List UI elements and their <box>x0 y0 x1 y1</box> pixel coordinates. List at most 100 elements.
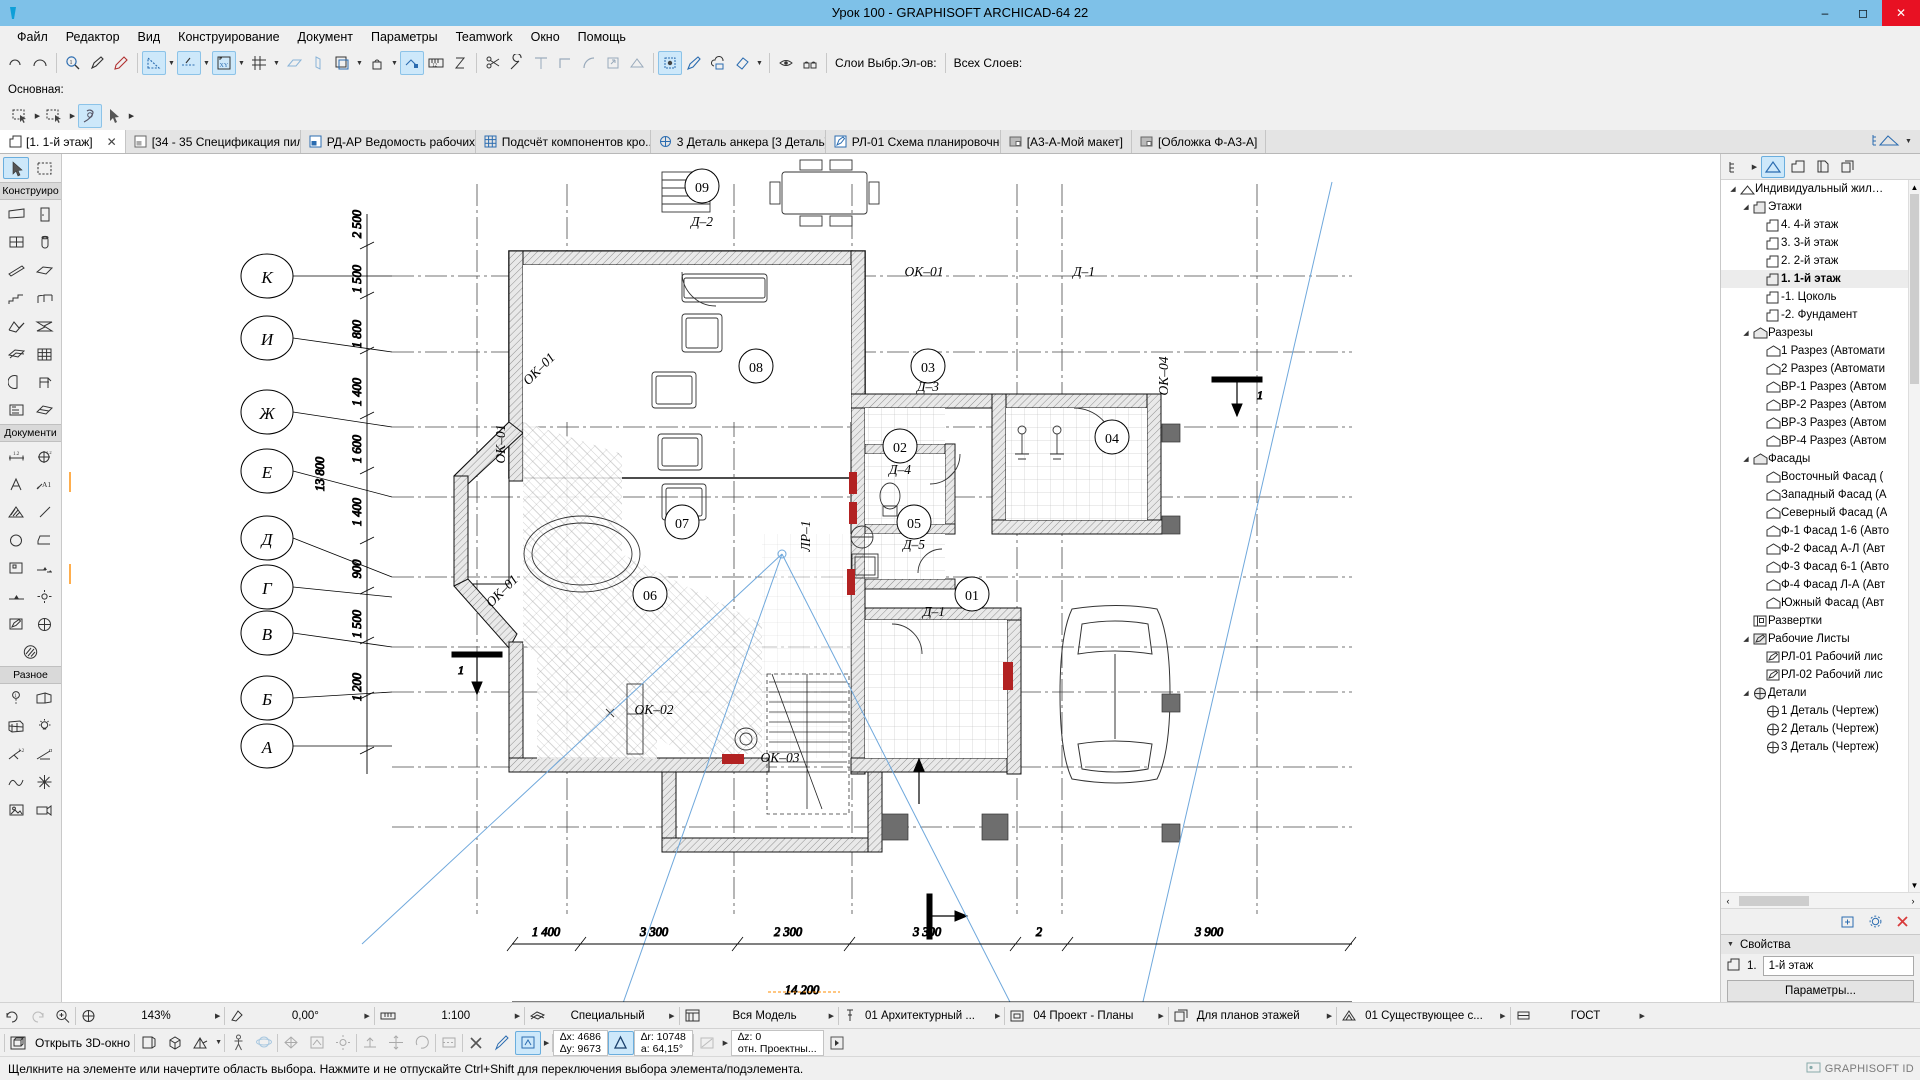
grid-3d-icon[interactable] <box>278 1031 304 1055</box>
menu-item-window[interactable]: Окно <box>522 28 569 46</box>
layer-combo-dropdown-arrow-icon[interactable]: ▶ <box>991 1005 1004 1027</box>
home-view-icon[interactable] <box>304 1031 330 1055</box>
railing-icon[interactable] <box>32 287 58 309</box>
structure-display[interactable]: 04 Проект - Планы <box>1029 1005 1154 1027</box>
marquee-dropdown-arrow-icon[interactable]: ▶ <box>32 104 43 128</box>
snap-guide-tool-icon[interactable] <box>142 51 166 75</box>
roof-icon[interactable] <box>3 315 29 337</box>
guideline-tool-icon[interactable] <box>177 51 201 75</box>
tab-layout-a3[interactable]: [А3-А-Мой макет] <box>1000 130 1132 153</box>
magic-wand-icon[interactable] <box>505 51 529 75</box>
scale-display[interactable]: 1:100 <box>401 1005 511 1027</box>
navigator-vertical-scrollbar[interactable]: ▲ ▼ <box>1908 180 1920 892</box>
structure-dropdown-arrow-icon[interactable]: ▶ <box>1154 1005 1167 1027</box>
tab-layout-cover[interactable]: [Обложка Ф-А3-А] <box>1131 130 1267 153</box>
tree-expand-arrow-icon[interactable]: ◢ <box>1727 185 1739 193</box>
navigator-back-icon[interactable] <box>1724 156 1748 178</box>
figure-icon[interactable] <box>3 557 29 579</box>
navigator-tree-item[interactable]: 1 Разрез (Автомати <box>1721 342 1920 360</box>
roof-tool-small-icon[interactable] <box>625 51 649 75</box>
tree-expand-arrow-icon[interactable]: ◢ <box>1740 203 1752 211</box>
coordinates-polar-box[interactable]: ∆r: 10748 a: 64,15° <box>633 1029 693 1056</box>
dimension-standard-display[interactable]: ГОСТ <box>1536 1005 1636 1027</box>
navigator-tree-item[interactable]: 3. 3-й этаж <box>1721 234 1920 252</box>
dimension-standard-icon[interactable] <box>1511 1005 1536 1027</box>
cloud-info-icon[interactable] <box>706 51 730 75</box>
column-icon[interactable] <box>32 231 58 253</box>
level-dimension-icon[interactable] <box>32 557 58 579</box>
guideline-dropdown-arrow-icon[interactable]: ▼ <box>201 51 212 75</box>
grid-element-icon[interactable] <box>3 715 29 737</box>
navigator-tree-item[interactable]: Восточный Фасад ( <box>1721 468 1920 486</box>
scroll-right-arrow-icon[interactable]: › <box>1906 896 1920 906</box>
orientation-display[interactable]: 0,00° <box>250 1005 360 1027</box>
navigator-tree-item[interactable]: РЛ-02 Рабочий лис <box>1721 666 1920 684</box>
navigator-dropdown-arrow-icon[interactable]: ▶ <box>1749 155 1760 179</box>
menu-item-edit[interactable]: Редактор <box>57 28 129 46</box>
elevate-icon[interactable] <box>357 1031 383 1055</box>
navigator-tree-item[interactable]: ВР-1 Разрез (Автом <box>1721 378 1920 396</box>
detail-icon[interactable] <box>32 613 58 635</box>
pen-set-icon[interactable] <box>525 1005 550 1027</box>
curtain-wall-icon[interactable] <box>32 343 58 365</box>
view-mode-dropdown-arrow-icon[interactable]: ▼ <box>213 1031 224 1055</box>
scale-dropdown-arrow-icon[interactable]: ▶ <box>511 1005 524 1027</box>
partial-structure-display[interactable]: Для планов этажей <box>1193 1005 1323 1027</box>
angle-dropdown-arrow-icon[interactable]: ▶ <box>720 1031 731 1055</box>
pointer-dropdown-arrow-icon[interactable]: ▶ <box>126 104 137 128</box>
tabstrip-dropdown-arrow-icon[interactable]: ▼ <box>1903 130 1914 154</box>
floor-plan-canvas[interactable]: К И Ж Е Д Г В Б А 2 500 1 500 1 800 1 40… <box>62 154 1720 1002</box>
navigator-tree-item[interactable]: 2 Деталь (Чертеж) <box>1721 720 1920 738</box>
layer-combo-icon[interactable] <box>839 1005 861 1027</box>
shell-icon[interactable] <box>32 315 58 337</box>
angle-lock-icon[interactable] <box>694 1031 720 1055</box>
angle-icon[interactable]: α <box>32 743 58 765</box>
dimension-icon[interactable]: 1.2 <box>3 445 29 467</box>
coordinate-dropdown-arrow-icon[interactable]: ▼ <box>236 51 247 75</box>
navigator-tree-item[interactable]: РЛ-01 Рабочий лис <box>1721 648 1920 666</box>
radial-dimension-icon[interactable]: 1.2 <box>32 445 58 467</box>
menu-item-document[interactable]: Документ <box>289 28 362 46</box>
orientation-dropdown-arrow-icon[interactable]: ▶ <box>360 1005 373 1027</box>
lock-dropdown-arrow-icon[interactable]: ▼ <box>389 51 400 75</box>
rotate-3d-icon[interactable] <box>409 1031 435 1055</box>
renovation-dropdown-arrow-icon[interactable]: ▶ <box>1496 1005 1509 1027</box>
scrollbar-thumb[interactable] <box>1910 194 1919 384</box>
arc-icon[interactable] <box>28 51 52 75</box>
grid-snap-dropdown-arrow-icon[interactable]: ▼ <box>271 51 282 75</box>
surface-paint-icon[interactable] <box>730 51 754 75</box>
paint-icon[interactable] <box>18 641 44 663</box>
tab-detail-anchor[interactable]: 3 Деталь анкера [3 Деталь] <box>650 130 826 153</box>
tree-expand-arrow-icon[interactable]: ◢ <box>1740 329 1752 337</box>
navigator-tree-item[interactable]: ◢ Рабочие Листы <box>1721 630 1920 648</box>
tab-storey-1[interactable]: [1. 1-й этаж] ✕ <box>0 130 126 153</box>
maximize-button[interactable]: ◻ <box>1844 0 1882 26</box>
minimize-button[interactable]: ‒ <box>1806 0 1844 26</box>
model-view-display[interactable]: Вся Модель <box>705 1005 825 1027</box>
menu-item-view[interactable]: Вид <box>129 28 170 46</box>
eye-visibility-icon[interactable] <box>774 51 798 75</box>
cut-3d-icon[interactable] <box>436 1031 462 1055</box>
navigator-tree-item[interactable]: Северный Фасад (А <box>1721 504 1920 522</box>
layer-lock-icon[interactable] <box>798 51 822 75</box>
navigator-tree-item[interactable]: Ф-4 Фасад Л-А (Авт <box>1721 576 1920 594</box>
elevation-icon[interactable] <box>3 585 29 607</box>
tree-expand-arrow-icon[interactable]: ◢ <box>1740 455 1752 463</box>
navigator-tree[interactable]: ◢ Индивидуальный жил… ◢ Этажи 4. 4-й этаж 3. … <box>1721 180 1920 892</box>
delete-red-icon[interactable] <box>1890 911 1914 933</box>
align-top-icon[interactable] <box>529 51 553 75</box>
open-3d-window-icon[interactable] <box>5 1031 31 1055</box>
scroll-down-arrow-icon[interactable]: ▼ <box>1909 878 1920 892</box>
wall-icon[interactable] <box>3 203 29 225</box>
worksheet-icon[interactable] <box>3 613 29 635</box>
pencil-edit-icon[interactable] <box>489 1031 515 1055</box>
publisher-sets-icon[interactable] <box>1836 156 1860 178</box>
image-icon[interactable] <box>3 799 29 821</box>
navigator-tree-item[interactable]: ◢ Этажи <box>1721 198 1920 216</box>
interior-elev-icon[interactable] <box>32 687 58 709</box>
fillet-icon[interactable] <box>577 51 601 75</box>
door-icon[interactable] <box>32 203 58 225</box>
cube-3d-icon[interactable] <box>161 1031 187 1055</box>
pen-set-display[interactable]: Специальный <box>550 1005 665 1027</box>
menu-item-options[interactable]: Параметры <box>362 28 447 46</box>
